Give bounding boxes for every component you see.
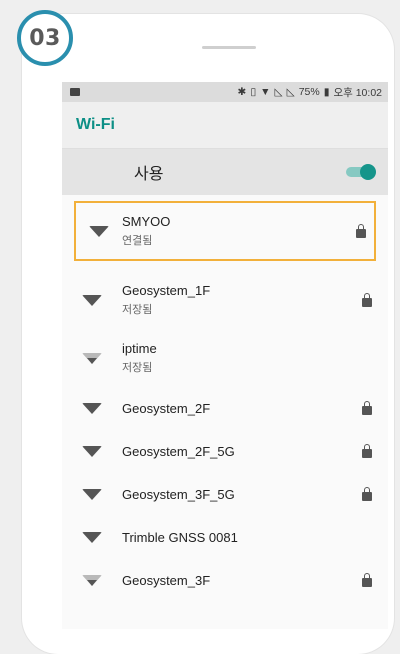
no-signal-icon: ◺ [274, 86, 283, 98]
network-ssid: Geosystem_2F [122, 401, 211, 416]
network-item-geosystem-1f[interactable]: Geosystem_1F 저장됨 [62, 271, 388, 329]
lock-icon [362, 444, 372, 458]
list-spacer [62, 261, 388, 271]
no-signal-icon: ◺ [286, 86, 295, 98]
clock: 오후 10:02 [333, 86, 382, 99]
network-status: 저장됨 [122, 304, 153, 316]
battery-icon: ▮ [323, 86, 330, 98]
network-ssid: Geosystem_3F [122, 573, 211, 588]
vibrate-icon: ▯ [250, 86, 257, 98]
bluetooth-icon: ✱ [237, 86, 247, 98]
network-ssid: Geosystem_3F_5G [122, 487, 235, 502]
network-item-geosystem-3f[interactable]: Geosystem_3F [62, 559, 388, 602]
page-title: Wi-Fi [76, 116, 115, 133]
wifi-toggle-label: 사용 [134, 166, 164, 183]
app-bar: Wi-Fi [62, 102, 388, 149]
network-ssid: Geosystem_2F_5G [122, 444, 235, 459]
network-ssid: SMYOO [122, 214, 171, 229]
network-status: 저장됨 [122, 362, 153, 374]
step-number-badge: 03 [17, 10, 73, 66]
wifi-signal-icon [82, 294, 102, 306]
network-status: 연결됨 [122, 235, 153, 247]
battery-percent: 75% [298, 86, 320, 98]
lock-icon [362, 573, 372, 587]
switch-thumb [360, 164, 376, 180]
wifi-signal-icon [82, 446, 102, 457]
lock-icon [356, 223, 366, 238]
wifi-signal-icon [82, 489, 102, 500]
network-item-smyoo[interactable]: SMYOO 연결됨 [74, 201, 376, 261]
image-icon [70, 88, 80, 96]
wifi-signal-icon [82, 403, 102, 414]
network-ssid: Trimble GNSS 0081 [122, 530, 238, 545]
phone-speaker [202, 46, 256, 49]
wifi-signal-icon [89, 225, 109, 237]
network-ssid: iptime [122, 341, 157, 356]
wifi-icon: ▼ [260, 86, 271, 98]
network-ssid: Geosystem_1F [122, 283, 211, 298]
network-item-geosystem-2f[interactable]: Geosystem_2F [62, 387, 388, 430]
network-list: SMYOO 연결됨 Geosystem_1F 저장됨 iptime 저장됨 Ge… [62, 201, 388, 602]
step-number: 03 [29, 25, 61, 51]
lock-icon [362, 401, 372, 415]
network-item-iptime[interactable]: iptime 저장됨 [62, 329, 388, 387]
phone-screen: ✱ ▯ ▼ ◺ ◺ 75% ▮ 오후 10:02 Wi-Fi 사용 SMYOO … [62, 82, 388, 629]
lock-icon [362, 487, 372, 501]
network-item-geosystem-2f-5g[interactable]: Geosystem_2F_5G [62, 430, 388, 473]
network-item-trimble-gnss-0081[interactable]: Trimble GNSS 0081 [62, 516, 388, 559]
wifi-toggle-row[interactable]: 사용 [62, 149, 388, 195]
status-bar: ✱ ▯ ▼ ◺ ◺ 75% ▮ 오후 10:02 [62, 82, 388, 102]
wifi-weak-signal-icon [82, 575, 102, 586]
wifi-toggle-switch[interactable] [344, 164, 376, 180]
lock-icon [362, 292, 372, 307]
wifi-signal-icon [82, 532, 102, 543]
network-item-geosystem-3f-5g[interactable]: Geosystem_3F_5G [62, 473, 388, 516]
wifi-weak-signal-icon [82, 352, 102, 364]
